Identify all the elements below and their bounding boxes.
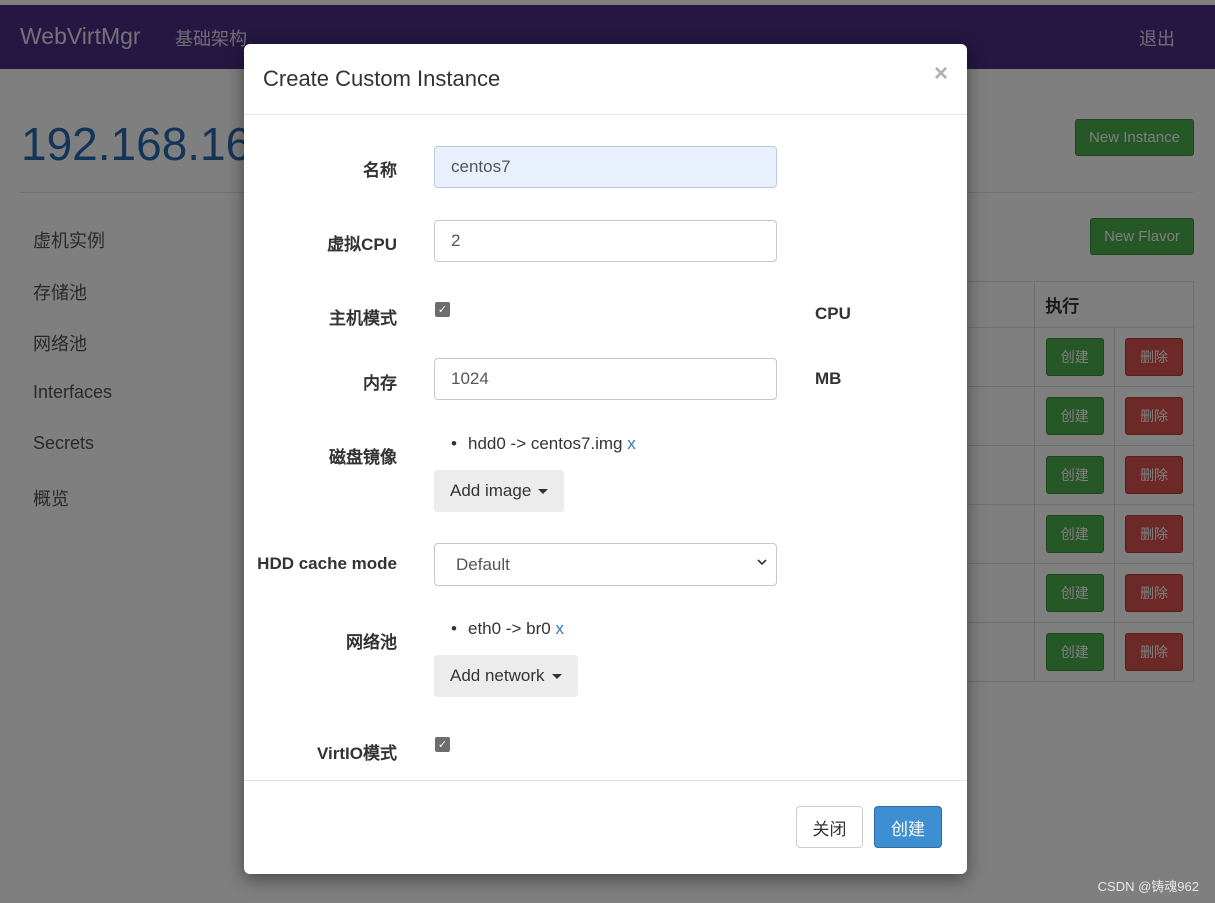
modal-header: Create Custom Instance × [244,44,967,115]
create-button[interactable]: 创建 [874,806,942,848]
disk-image-label: 磁盘镜像 [329,448,397,467]
close-button[interactable]: 关闭 [796,806,863,848]
cache-mode-label: HDD cache mode [257,554,397,573]
name-input[interactable]: centos7 [434,146,777,188]
modal-title: Create Custom Instance [263,66,501,91]
create-instance-modal: Create Custom Instance × 名称 centos7 虚拟CP… [244,44,967,874]
add-image-label: Add image [450,481,532,500]
chevron-down-icon [757,559,767,566]
add-network-label: Add network [450,666,545,685]
memory-label: 内存 [363,374,397,393]
caret-down-icon [538,488,549,494]
memory-unit: MB [815,369,842,388]
watermark: CSDN @铸魂962 [1097,879,1199,894]
host-model-checkbox[interactable]: ✓ [435,302,450,317]
cache-mode-select[interactable]: Default [434,543,777,586]
add-network-button[interactable]: Add network [434,655,578,697]
vcpu-label: 虚拟CPU [327,235,397,254]
disk-image-item: hdd0 -> centos7.img x [451,434,636,454]
network-label: 网络池 [346,633,397,652]
vcpu-input[interactable]: 2 [434,220,777,262]
network-text: eth0 -> br0 [468,619,551,638]
caret-down-icon [551,673,562,679]
network-item: eth0 -> br0 x [451,619,564,639]
host-model-label: 主机模式 [329,309,397,328]
remove-disk-link[interactable]: x [627,434,636,453]
host-model-unit: CPU [815,304,851,323]
memory-input[interactable]: 1024 [434,358,777,400]
disk-image-text: hdd0 -> centos7.img [468,434,623,453]
add-image-button[interactable]: Add image [434,470,565,512]
virtio-label: VirtIO模式 [317,744,397,763]
virtio-checkbox[interactable]: ✓ [435,737,450,752]
close-icon[interactable]: × [934,60,948,88]
remove-network-link[interactable]: x [555,619,564,638]
cache-mode-value: Default [456,554,510,574]
name-label: 名称 [363,161,397,180]
